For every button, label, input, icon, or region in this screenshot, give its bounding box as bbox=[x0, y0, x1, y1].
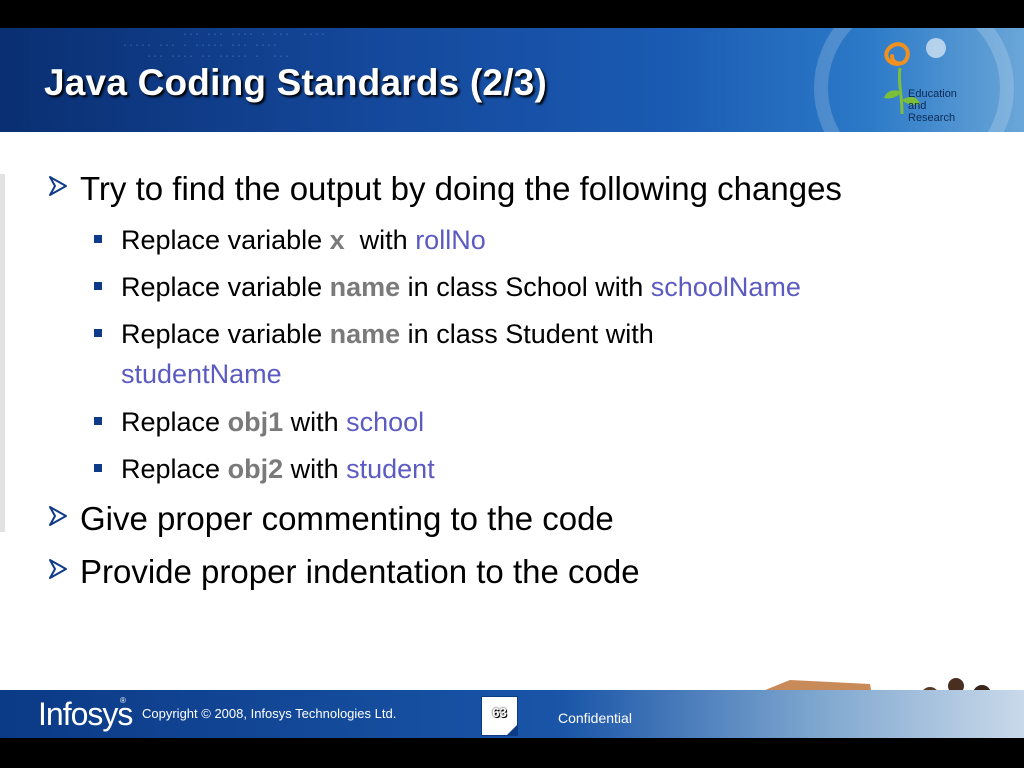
new-identifier: rollNo bbox=[415, 225, 486, 255]
logo-text-line3: Research bbox=[908, 112, 956, 124]
new-identifier: studentName bbox=[121, 359, 282, 389]
arrow-bullet-icon bbox=[49, 506, 67, 526]
sub-bullet-text: Replace variable x with rollNo bbox=[121, 220, 981, 260]
text-fragment: Replace variable bbox=[121, 319, 330, 349]
text-fragment: Replace variable bbox=[121, 225, 330, 255]
logo-text: Education and Research bbox=[908, 88, 957, 124]
old-identifier: x bbox=[329, 225, 345, 255]
education-research-logo: Education and Research bbox=[868, 34, 980, 126]
page-fold-icon bbox=[507, 725, 517, 735]
banner-background-pattern: ··· ··· ···· · ··· ···· ····· ··· · ····… bbox=[122, 30, 327, 63]
sub-bullet-text: Replace variable name in class Student w… bbox=[121, 314, 821, 394]
left-vertical-rule bbox=[0, 174, 5, 532]
new-identifier: student bbox=[346, 454, 435, 484]
arrow-bullet-icon bbox=[49, 176, 67, 196]
new-identifier: school bbox=[346, 407, 425, 437]
old-identifier: obj1 bbox=[227, 407, 284, 437]
square-bullet-icon bbox=[94, 417, 102, 425]
bullet-text: Give proper commenting to the code bbox=[80, 500, 614, 537]
bullet-text: Try to find the output by doing the foll… bbox=[80, 170, 842, 207]
sub-bullet-text: Replace obj2 with student bbox=[121, 449, 981, 489]
text-fragment: Replace variable bbox=[121, 272, 330, 302]
square-bullet-icon bbox=[94, 282, 102, 290]
arrow-bullet-icon bbox=[49, 559, 67, 579]
logo-text-line2: and bbox=[908, 100, 927, 112]
text-fragment: in class School with bbox=[400, 272, 651, 302]
sub-bullet-text: Replace variable name in class School wi… bbox=[121, 267, 981, 307]
text-fragment: Replace bbox=[121, 454, 228, 484]
page-number: 63 bbox=[492, 705, 507, 720]
page-number-box: 63 bbox=[481, 696, 518, 736]
old-identifier: name bbox=[329, 319, 401, 349]
slide-title: Java Coding Standards (2/3) bbox=[44, 62, 547, 103]
text-fragment: in class Student with bbox=[400, 319, 654, 349]
confidential-label: Confidential bbox=[558, 710, 632, 726]
copyright-text: Copyright © 2008, Infosys Technologies L… bbox=[142, 706, 397, 721]
text-fragment: Replace bbox=[121, 407, 228, 437]
square-bullet-icon bbox=[94, 464, 102, 472]
registered-mark: ® bbox=[120, 696, 126, 705]
infosys-logo: Infosys bbox=[38, 696, 133, 732]
logo-text-line1: Education bbox=[908, 88, 957, 100]
new-identifier: schoolName bbox=[650, 272, 801, 302]
old-identifier: obj2 bbox=[227, 454, 284, 484]
text-fragment: with bbox=[344, 225, 416, 255]
sub-bullet-text: Replace obj1 with school bbox=[121, 402, 981, 442]
banner-bottom-strip bbox=[0, 132, 1024, 140]
bullet-text: Provide proper indentation to the code bbox=[80, 553, 640, 590]
square-bullet-icon bbox=[94, 235, 102, 243]
text-fragment: with bbox=[283, 454, 347, 484]
title-banner: ··· ··· ···· · ··· ···· ····· ··· · ····… bbox=[0, 28, 1024, 132]
square-bullet-icon bbox=[94, 329, 102, 337]
footer-bar: Infosys ® Copyright © 2008, Infosys Tech… bbox=[0, 690, 1024, 738]
slide: ··· ··· ···· · ··· ···· ····· ··· · ····… bbox=[0, 28, 1024, 738]
old-identifier: name bbox=[329, 272, 401, 302]
text-fragment: with bbox=[283, 407, 347, 437]
